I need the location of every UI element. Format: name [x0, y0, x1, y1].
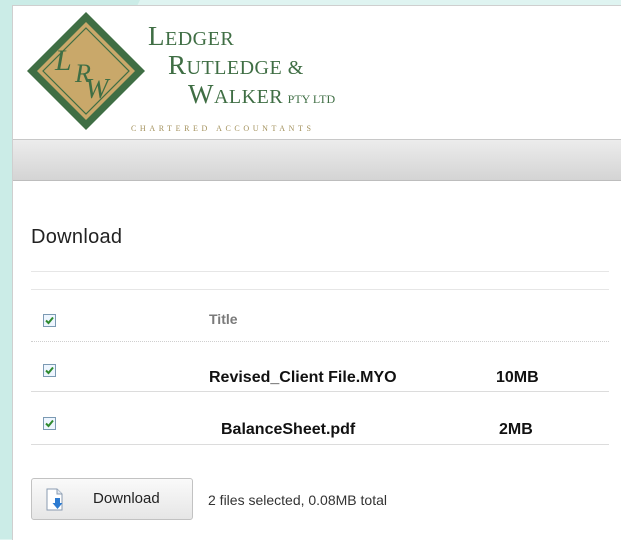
logo-line-walker: WALKER PTY LTD: [188, 79, 336, 109]
company-logo[interactable]: L R W LEDGER RUTLEDGE & WALKER PTY LTD C…: [23, 8, 383, 136]
logo-subtitle: CHARTERED ACCOUNTANTS: [131, 124, 315, 133]
divider: [31, 341, 609, 342]
download-panel: L R W LEDGER RUTLEDGE & WALKER PTY LTD C…: [12, 5, 621, 540]
divider: [31, 271, 609, 272]
checkmark-icon: [45, 419, 54, 428]
file-size: 10MB: [496, 369, 539, 386]
row-checkbox[interactable]: [43, 364, 56, 377]
row-checkbox[interactable]: [43, 417, 56, 430]
selection-status: 2 files selected, 0.08MB total: [208, 492, 387, 508]
checkmark-icon: [45, 366, 54, 375]
download-button-label: Download: [93, 490, 160, 507]
logo-line-rutledge: RUTLEDGE &: [168, 50, 304, 80]
file-name[interactable]: BalanceSheet.pdf: [221, 421, 355, 439]
svg-text:W: W: [85, 74, 111, 105]
column-header-title[interactable]: Title: [209, 311, 238, 327]
nav-bar: [13, 139, 621, 181]
document-download-icon: [46, 488, 63, 511]
checkmark-icon: [45, 316, 54, 325]
svg-text:L: L: [54, 44, 72, 77]
select-all-checkbox[interactable]: [43, 314, 56, 327]
site-header: L R W LEDGER RUTLEDGE & WALKER PTY LTD C…: [13, 6, 621, 139]
page-title: Download: [31, 226, 123, 248]
divider: [31, 444, 609, 445]
file-size: 2MB: [499, 421, 533, 438]
divider: [31, 391, 609, 392]
divider: [31, 289, 609, 290]
lrw-monogram: L R W: [27, 12, 145, 130]
file-name[interactable]: Revised_Client File.MYO: [209, 369, 397, 387]
logo-line-ledger: LEDGER: [148, 21, 235, 51]
download-button[interactable]: Download: [31, 478, 193, 520]
